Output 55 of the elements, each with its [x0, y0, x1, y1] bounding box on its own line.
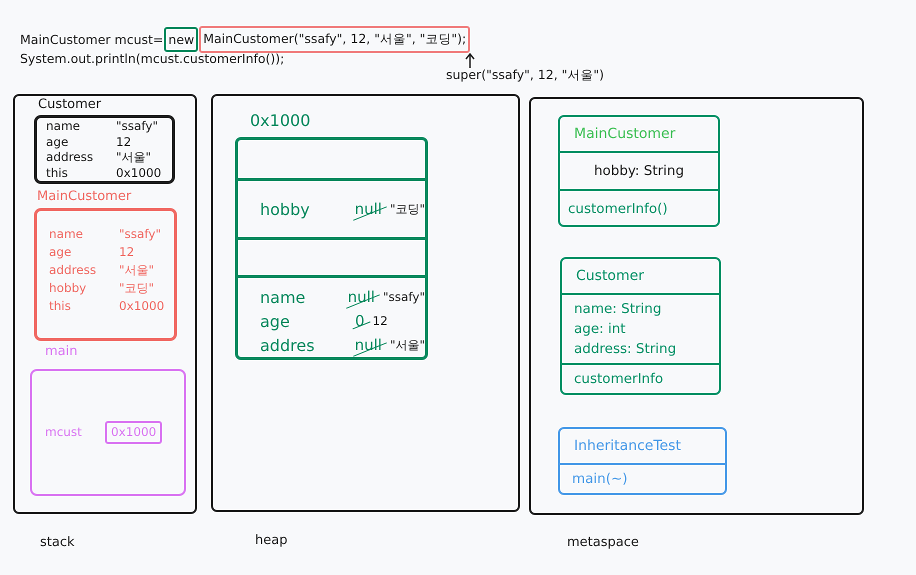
frame-title: MainCustomer: [37, 189, 132, 204]
variable-name: mcust: [45, 424, 83, 440]
class-member: hobby: String: [594, 163, 684, 179]
variable-value: 0x1000: [116, 166, 162, 181]
field-value: "서울": [390, 336, 425, 354]
area-label: stack: [40, 535, 75, 550]
variable-value: "서울": [116, 150, 152, 166]
class-member: name: String: [574, 301, 662, 317]
crossed-out-value: 0: [352, 312, 371, 330]
class-member: address: String: [574, 341, 678, 357]
variable-name: address: [46, 150, 94, 166]
code-text: MainCustomer mcust=: [20, 32, 164, 47]
variable-name: hobby: [49, 280, 88, 297]
class-name: MainCustomer: [573, 125, 676, 144]
code-note: super("ssafy", 12, "서울"): [446, 67, 604, 84]
highlighted-code: MainCustomer("ssafy", 12, "서울", "코딩");: [199, 26, 470, 53]
variable-name: name: [46, 119, 82, 134]
variable-value: "ssafy": [116, 119, 160, 134]
frame-title: main: [45, 344, 78, 359]
field-value: "ssafy": [382, 290, 425, 304]
variable-name: age: [49, 244, 72, 261]
variable-name: address: [49, 262, 98, 279]
variable-value: 0x1000: [119, 298, 164, 315]
crossed-out-value: null: [352, 200, 388, 218]
field-name: addres: [260, 336, 316, 354]
class-member: age: int: [574, 321, 627, 337]
class-member: customerInfo: [574, 371, 664, 387]
crossed-out-value: null: [344, 288, 381, 306]
code-text: System.out.println(mcust.customerInfo());: [20, 51, 284, 66]
pointer-arrow: [465, 53, 475, 69]
class-name: Customer: [575, 267, 646, 286]
field-value: "코딩": [390, 200, 425, 218]
field-name: name: [260, 288, 306, 306]
reference-value: 0x1000: [105, 420, 162, 444]
variable-name: name: [49, 226, 84, 243]
variable-value: "ssafy": [119, 226, 162, 243]
variable-name: this: [46, 166, 69, 181]
variable-value: 12: [119, 244, 136, 261]
field-name: hobby: [260, 200, 311, 218]
variable-value: "서울": [119, 262, 156, 279]
frame-title: Customer: [38, 97, 102, 112]
variable-name: age: [46, 134, 70, 150]
variable-value: 12: [116, 134, 132, 150]
highlighted-code: new: [164, 27, 198, 52]
area-label: metaspace: [567, 535, 639, 550]
field-value: 12: [372, 314, 388, 328]
object-address: 0x1000: [250, 111, 310, 130]
area-label: heap: [255, 533, 288, 548]
class-member: main(~): [572, 471, 629, 487]
class-name: InheritanceTest: [573, 437, 682, 456]
variable-value: "코딩": [119, 280, 156, 297]
class-member: customerInfo(): [568, 201, 669, 217]
crossed-out-value: null: [352, 336, 388, 354]
field-name: age: [260, 312, 291, 330]
variable-name: this: [49, 298, 72, 315]
